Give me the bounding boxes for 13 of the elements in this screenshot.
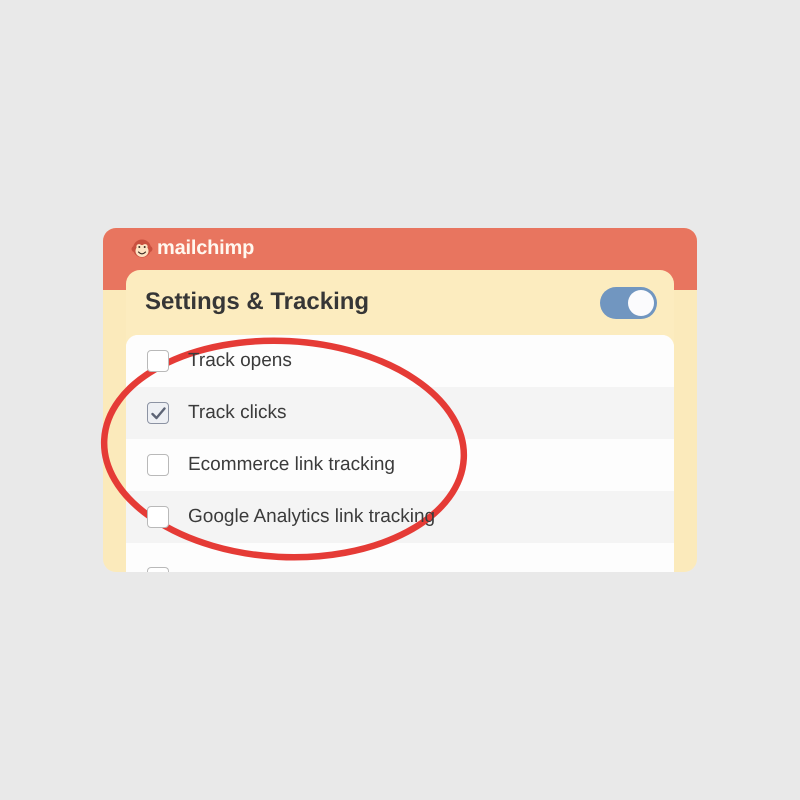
checkbox[interactable] xyxy=(147,506,169,528)
checkbox[interactable] xyxy=(147,402,169,424)
checkbox[interactable] xyxy=(147,454,169,476)
checkbox[interactable] xyxy=(147,567,169,572)
check-icon xyxy=(150,406,166,420)
option-label: Track clicks xyxy=(188,402,287,424)
option-label: Track opens xyxy=(188,350,292,372)
logo-text: mailchimp xyxy=(157,238,254,258)
panel-title: Settings & Tracking xyxy=(145,288,370,316)
option-label: Ecommerce link tracking xyxy=(188,454,395,476)
checkbox[interactable] xyxy=(147,350,169,372)
monkey-logo-icon xyxy=(131,238,153,260)
toggle-switch[interactable] xyxy=(600,287,657,319)
